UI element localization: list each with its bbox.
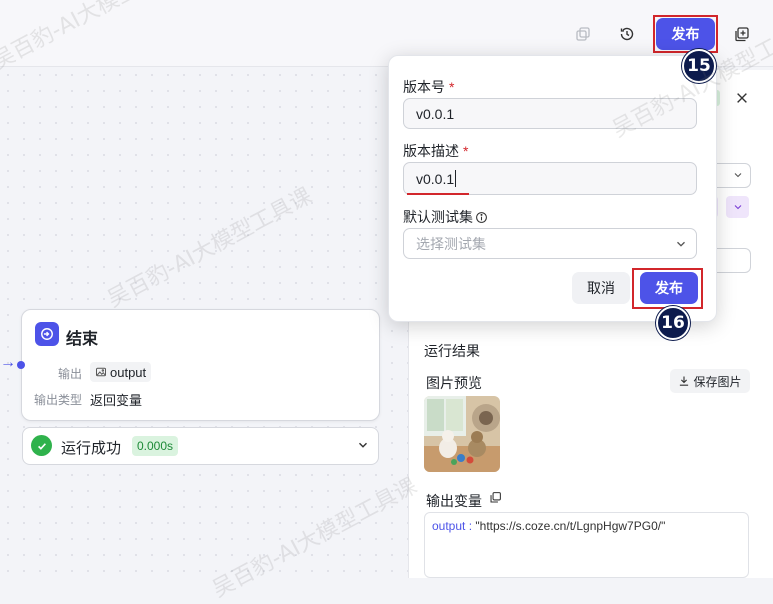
description-label: 版本描述 *	[403, 143, 469, 159]
cancel-button[interactable]: 取消	[572, 272, 630, 304]
step-badge-16: 16	[656, 306, 690, 340]
close-icon[interactable]	[732, 88, 752, 108]
info-icon[interactable]	[475, 211, 488, 224]
run-time-badge: 0.000s	[132, 436, 179, 456]
output-var-label: 输出变量	[426, 493, 482, 509]
publish-top-button[interactable]: 发布	[656, 18, 715, 50]
input-port[interactable]	[17, 361, 25, 369]
add-page-icon[interactable]	[728, 20, 756, 48]
image-icon	[96, 367, 106, 377]
output-label: 输出	[58, 367, 83, 381]
output-chip-label: output	[110, 364, 147, 380]
copy-icon[interactable]	[569, 20, 597, 48]
text-cursor	[455, 170, 457, 187]
confirm-publish-button[interactable]: 发布	[640, 272, 698, 304]
output-key: output	[432, 519, 466, 533]
output-type-label: 输出类型	[34, 393, 83, 407]
panel-tag-dropdown[interactable]	[726, 196, 749, 218]
image-preview[interactable]	[424, 396, 500, 472]
download-icon	[680, 376, 689, 386]
testset-select[interactable]: 选择测试集	[403, 228, 697, 259]
run-status-text: 运行成功	[61, 440, 122, 457]
description-input[interactable]: v0.0.1	[403, 162, 697, 195]
chevron-down-icon[interactable]	[356, 438, 370, 452]
run-result-label: 运行结果	[424, 343, 480, 359]
output-value: "https://s.coze.cn/t/LgnpHgw7PG0/"	[475, 519, 666, 533]
save-image-label: 保存图片	[693, 374, 742, 389]
copy-output-icon[interactable]	[489, 491, 502, 507]
highlight-underline	[407, 193, 469, 195]
version-input[interactable]: v0.0.1	[403, 98, 697, 129]
end-node[interactable]: 结束 输出 output 输出类型 返回变量	[21, 309, 380, 421]
save-image-button[interactable]: 保存图片	[670, 369, 750, 393]
end-node-title: 结束	[66, 331, 99, 348]
output-type-value: 返回变量	[90, 393, 143, 408]
connector-arrow-icon: →	[0, 354, 16, 371]
end-node-icon	[35, 322, 59, 346]
check-icon	[31, 435, 52, 456]
output-chip: output	[90, 362, 152, 382]
step-badge-15: 15	[682, 49, 716, 83]
cats-image	[424, 396, 500, 472]
run-status-bar[interactable]: 运行成功 0.000s	[22, 427, 379, 465]
output-variable-box[interactable]: output : "https://s.coze.cn/t/LgnpHgw7PG…	[424, 512, 749, 578]
image-preview-label: 图片预览	[426, 375, 482, 391]
version-label: 版本号 *	[403, 79, 455, 95]
history-icon[interactable]	[613, 20, 641, 48]
testset-label: 默认测试集	[403, 207, 488, 227]
chevron-down-icon	[677, 241, 685, 247]
